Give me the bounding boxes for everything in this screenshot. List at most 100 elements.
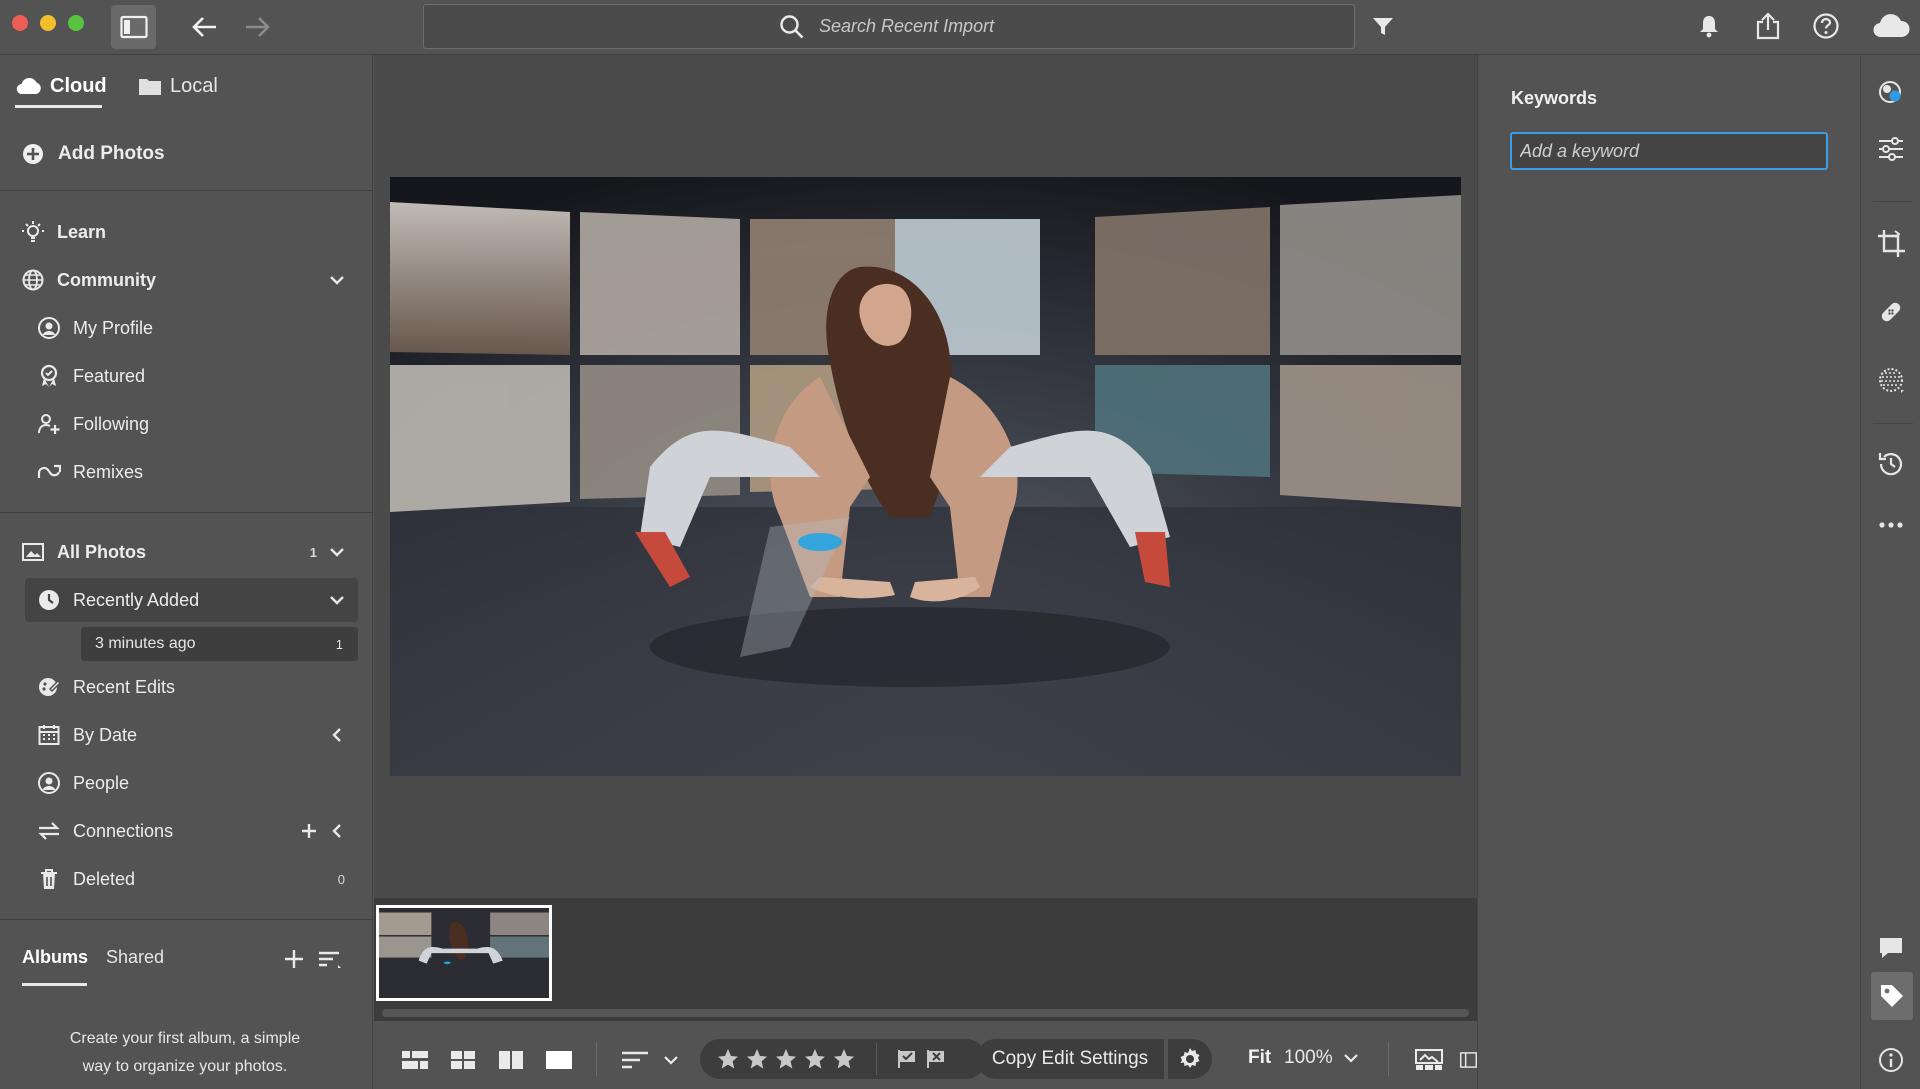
help-button[interactable]	[1810, 10, 1842, 42]
cloud-icon	[16, 77, 41, 95]
window-zoom-button[interactable]	[68, 15, 84, 31]
follow-user-icon	[37, 412, 61, 436]
crop-tool-button[interactable]	[1871, 224, 1911, 264]
back-button[interactable]	[188, 10, 222, 44]
add-album-icon[interactable]	[283, 948, 305, 970]
chevron-down-icon[interactable]	[328, 543, 346, 561]
share-button[interactable]	[1752, 10, 1784, 42]
sidebar-item-all-photos[interactable]: All Photos 1	[0, 530, 373, 574]
view-compare-button[interactable]	[494, 1043, 528, 1077]
add-photos-button[interactable]: Add Photos	[0, 132, 373, 176]
folder-icon	[139, 79, 161, 95]
time-group-label: 3 minutes ago	[95, 635, 196, 652]
sort-dropdown-button[interactable]	[660, 1049, 682, 1071]
panel-split-button[interactable]	[1460, 1043, 1477, 1077]
calendar-icon	[37, 723, 61, 747]
deleted-count: 0	[337, 871, 345, 887]
star-icon[interactable]	[803, 1047, 827, 1071]
filter-icon	[1373, 18, 1393, 35]
person-circle-icon	[37, 771, 61, 795]
notifications-button[interactable]	[1694, 11, 1724, 41]
versions-button[interactable]	[1871, 444, 1911, 484]
view-detail-button[interactable]	[542, 1043, 576, 1077]
all-photos-label: All Photos	[57, 541, 146, 562]
keywords-tag-button[interactable]	[1871, 972, 1913, 1020]
sidebar-item-my-profile[interactable]: My Profile	[0, 306, 373, 350]
sidebar-item-learn[interactable]: Learn	[0, 210, 373, 254]
split-view-icon	[1460, 1052, 1477, 1068]
bandage-icon	[1881, 302, 1901, 322]
cloud-status-button[interactable]	[1870, 10, 1912, 42]
main-photo[interactable]	[390, 177, 1461, 776]
window-close-button[interactable]	[12, 15, 28, 31]
healing-tool-button[interactable]	[1871, 292, 1911, 332]
window-minimize-button[interactable]	[40, 15, 56, 31]
filmstrip-toggle-button[interactable]	[1412, 1043, 1446, 1077]
comments-button[interactable]	[1871, 928, 1911, 968]
search-box[interactable]	[423, 4, 1355, 49]
auto-tool-button[interactable]	[1871, 72, 1911, 112]
add-circle-icon	[21, 142, 45, 166]
sliders-icon	[1879, 137, 1903, 161]
by-date-label: By Date	[73, 724, 138, 745]
masking-tool-button[interactable]	[1871, 360, 1911, 400]
fit-button[interactable]: Fit	[1248, 1047, 1271, 1069]
left-panel: Cloud Local Add Photos Learn Community M…	[0, 55, 373, 1089]
keyword-input[interactable]	[1510, 132, 1828, 170]
chevron-down-icon[interactable]	[328, 591, 346, 609]
search-input[interactable]	[819, 16, 999, 37]
flag-pick-icon[interactable]	[897, 1049, 917, 1069]
copy-edit-settings-button[interactable]: Copy Edit Settings	[976, 1039, 1164, 1079]
forward-button[interactable]	[240, 10, 274, 44]
edit-settings-gear-button[interactable]	[1168, 1039, 1212, 1079]
panel-toggle-button[interactable]	[111, 5, 156, 49]
sidebar-item-deleted[interactable]: Deleted 0	[0, 857, 373, 901]
sidebar-item-remixes[interactable]: Remixes	[0, 450, 373, 494]
filmstrip-scrollbar[interactable]	[382, 1009, 1469, 1017]
view-grid-button[interactable]	[446, 1043, 480, 1077]
albums-empty-line-2: way to organize your photos.	[82, 1058, 288, 1075]
sidebar-item-featured[interactable]: Featured	[0, 354, 373, 398]
sidebar-item-recently-added[interactable]: Recently Added	[25, 578, 358, 622]
tab-albums[interactable]: Albums	[22, 947, 88, 968]
active-tab-indicator	[22, 983, 87, 986]
albums-empty-line-1: Create your first album, a simple	[69, 1030, 301, 1047]
chevron-down-icon[interactable]	[328, 271, 346, 289]
recently-added-time-group[interactable]: 3 minutes ago 1	[81, 627, 358, 661]
keywords-panel: Keywords	[1477, 55, 1860, 1089]
star-rating[interactable]	[716, 1047, 856, 1071]
tab-cloud[interactable]: Cloud	[16, 67, 107, 105]
flag-reject-icon[interactable]	[926, 1049, 946, 1069]
add-connection-icon[interactable]	[300, 822, 318, 840]
filmstrip-thumbnail[interactable]	[376, 905, 552, 1001]
star-icon[interactable]	[774, 1047, 798, 1071]
sort-icon[interactable]	[318, 950, 342, 970]
globe-icon	[21, 268, 45, 292]
tab-shared[interactable]: Shared	[106, 947, 164, 968]
edit-tool-strip	[1860, 55, 1920, 1089]
chevron-left-icon[interactable]	[328, 726, 346, 744]
filter-button[interactable]	[1368, 12, 1398, 42]
star-icon[interactable]	[832, 1047, 856, 1071]
star-icon[interactable]	[716, 1047, 740, 1071]
tab-local[interactable]: Local	[138, 67, 218, 105]
sidebar-item-connections[interactable]: Connections	[0, 809, 373, 853]
bell-icon	[1700, 16, 1718, 38]
sidebar-item-community[interactable]: Community	[0, 258, 373, 302]
edit-adjust-button[interactable]	[1871, 129, 1911, 169]
sidebar-item-people[interactable]: People	[0, 761, 373, 805]
learn-label: Learn	[57, 221, 107, 242]
edit-palette-icon	[37, 675, 61, 699]
sort-button[interactable]	[618, 1043, 652, 1077]
view-square-grid-button[interactable]	[398, 1043, 432, 1077]
more-options-button[interactable]	[1871, 505, 1911, 545]
chevron-left-icon[interactable]	[328, 822, 346, 840]
zoom-level-dropdown[interactable]: 100%	[1284, 1047, 1359, 1069]
sidebar-item-recent-edits[interactable]: Recent Edits	[0, 665, 373, 709]
compare-icon	[499, 1051, 523, 1069]
sidebar-item-following[interactable]: Following	[0, 402, 373, 446]
info-button[interactable]	[1871, 1040, 1911, 1080]
award-icon	[37, 364, 61, 388]
sidebar-item-by-date[interactable]: By Date	[0, 713, 373, 757]
star-icon[interactable]	[745, 1047, 769, 1071]
